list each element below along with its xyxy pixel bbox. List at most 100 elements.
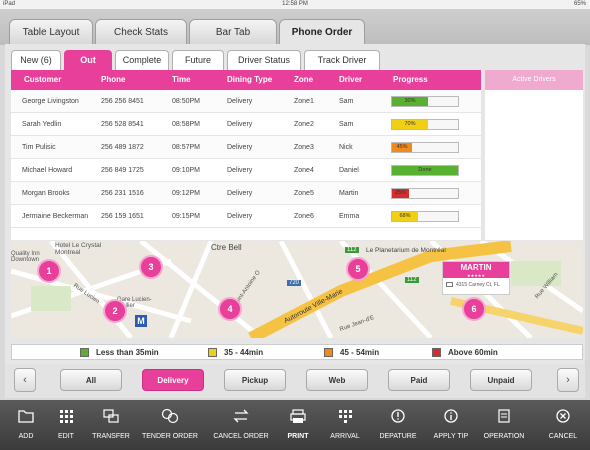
filter-paid-button[interactable]: Paid <box>388 369 450 391</box>
cell-time: 08:58PM <box>172 121 201 128</box>
subtab-new[interactable]: New (6) <box>11 50 61 70</box>
progress-label: 30% <box>404 98 416 104</box>
cell-dining-type: Delivery <box>227 213 253 220</box>
tab-table-layout[interactable]: Table Layout <box>9 19 93 45</box>
cell-zone: Zone1 <box>294 98 314 105</box>
map-marker[interactable]: 6 <box>462 297 486 321</box>
table-header: Customer Phone Time Dining Type Zone Dri… <box>11 70 481 90</box>
battery-level: 65% <box>573 1 586 7</box>
column-header: Dining Type <box>227 75 273 84</box>
map-label: Quality Inn Downtown <box>11 251 40 263</box>
map-marker[interactable]: 2 <box>103 299 127 323</box>
tab-check-stats[interactable]: Check Stats <box>95 19 187 45</box>
filter-web-button[interactable]: Web <box>306 369 368 391</box>
column-header: Time <box>172 75 191 84</box>
table-row[interactable]: Sarah Yedlin 256 528 8541 08:58PM Delive… <box>11 113 481 136</box>
subtab-track-driver[interactable]: Track Driver <box>304 50 380 70</box>
tab-phone-order[interactable]: Phone Order <box>279 19 365 46</box>
cancel-order-button[interactable]: CANCEL ORDER <box>206 400 276 450</box>
cell-phone: 256 231 1516 <box>101 190 144 197</box>
cell-driver: Sam <box>339 121 354 128</box>
map-marker[interactable]: 4 <box>218 297 242 321</box>
coins-icon <box>161 408 179 424</box>
column-header: Progress <box>393 75 428 84</box>
cell-dining-type: Delivery <box>227 167 253 174</box>
prev-arrow-button[interactable]: ‹ <box>14 368 36 392</box>
toolbar-label: CANCEL ORDER <box>213 433 269 440</box>
map-label: Ctre Bell <box>211 243 242 252</box>
status-bar: iPad 12:58 PM 65% <box>0 0 590 9</box>
toolbar-label: ADD <box>18 433 34 440</box>
keypad-icon <box>339 410 352 423</box>
toolbar-label: TRANSFER <box>92 433 130 440</box>
filter-unpaid-button[interactable]: Unpaid <box>470 369 532 391</box>
add-button[interactable]: ADD <box>4 400 48 450</box>
cell-phone: 256 849 1725 <box>101 167 144 174</box>
progress-label: 25% <box>394 190 406 196</box>
cell-customer: George Livingston <box>22 98 79 105</box>
filter-delivery-button[interactable]: Delivery <box>142 369 204 391</box>
toolbar-label: DEPATURE <box>379 433 417 440</box>
cell-phone: 256 256 8451 <box>101 98 144 105</box>
subtab-complete[interactable]: Complete <box>115 50 169 70</box>
tender-order-button[interactable]: TENDER ORDER <box>136 400 204 450</box>
progress-label: Done <box>418 167 432 173</box>
column-header: Phone <box>101 75 126 84</box>
print-button[interactable]: PRINT <box>276 400 320 450</box>
swap-icon <box>233 409 249 423</box>
cell-customer: Morgan Brooks <box>22 190 70 197</box>
bottom-toolbar: ADD EDIT TRANSFER TENDER ORDER CANCEL OR… <box>0 400 590 450</box>
cell-zone: Zone4 <box>294 167 314 174</box>
column-header: Driver <box>339 75 363 84</box>
cell-zone: Zone5 <box>294 190 314 197</box>
subtab-driver-status[interactable]: Driver Status <box>227 50 301 70</box>
edit-button[interactable]: EDIT <box>44 400 88 450</box>
cell-time: 09:12PM <box>172 190 201 197</box>
cell-phone: 256 489 1872 <box>101 144 144 151</box>
map-marker[interactable]: 3 <box>139 255 163 279</box>
legend-label: 45 - 54min <box>340 348 380 357</box>
subtab-out[interactable]: Out <box>64 50 112 70</box>
filter-pickup-button[interactable]: Pickup <box>224 369 286 391</box>
cell-customer: Sarah Yedlin <box>22 121 62 128</box>
table-row[interactable]: George Livingston 256 256 8451 08:50PM D… <box>11 90 481 113</box>
cell-dining-type: Delivery <box>227 121 253 128</box>
delivery-map[interactable]: Hotel Le Crystal Montreal Ctre Bell Qual… <box>11 241 583 338</box>
operation-icon <box>498 409 510 423</box>
arrival-button[interactable]: ARRIVAL <box>320 400 370 450</box>
transfer-button[interactable]: TRANSFER <box>86 400 136 450</box>
next-arrow-button[interactable]: › <box>557 368 579 392</box>
table-row[interactable]: Morgan Brooks 256 231 1516 09:12PM Deliv… <box>11 182 481 205</box>
main-tab-bar: Table Layout Check Stats Bar Tab Phone O… <box>0 9 590 46</box>
column-header: Zone <box>294 75 314 84</box>
progress-label: 70% <box>404 121 416 127</box>
toolbar-label: EDIT <box>58 433 74 440</box>
driver-callout[interactable]: MARTIN ★★★★★ 4315 Carney Ct, FL <box>442 261 510 295</box>
tab-bar-tab[interactable]: Bar Tab <box>189 19 277 45</box>
operation-button[interactable]: OPERATION <box>476 400 532 450</box>
highway-badge: 720 <box>287 280 302 286</box>
toolbar-label: PRINT <box>287 433 309 440</box>
cancel-button[interactable]: CANCEL <box>540 400 586 450</box>
progress-bar: 70% <box>391 119 459 130</box>
apply-tip-button[interactable]: APPLY TIP <box>426 400 476 450</box>
cell-time: 08:50PM <box>172 98 201 105</box>
cell-customer: Jermaine Beckerman <box>22 213 89 220</box>
legend-swatch <box>324 348 333 357</box>
cell-time: 08:57PM <box>172 144 201 151</box>
progress-bar: 68% <box>391 211 459 222</box>
table-row[interactable]: Michael Howard 256 849 1725 09:10PM Deli… <box>11 159 481 182</box>
map-marker[interactable]: 5 <box>346 257 370 281</box>
table-row[interactable]: Jermaine Beckerman 256 159 1651 09:15PM … <box>11 205 481 228</box>
filter-all-button[interactable]: All <box>60 369 122 391</box>
info-circle-icon <box>444 409 458 423</box>
driver-address: 4315 Carney Ct, FL <box>456 282 500 288</box>
subtab-future[interactable]: Future <box>172 50 224 70</box>
folder-icon <box>18 410 34 423</box>
map-marker[interactable]: 1 <box>37 259 61 283</box>
column-header: Customer <box>24 75 62 84</box>
departure-button[interactable]: DEPATURE <box>372 400 424 450</box>
table-row[interactable]: Tim Pulisic 256 489 1872 08:57PM Deliver… <box>11 136 481 159</box>
active-drivers-title: Active Drivers <box>485 70 583 90</box>
metro-icon: M <box>135 315 147 327</box>
